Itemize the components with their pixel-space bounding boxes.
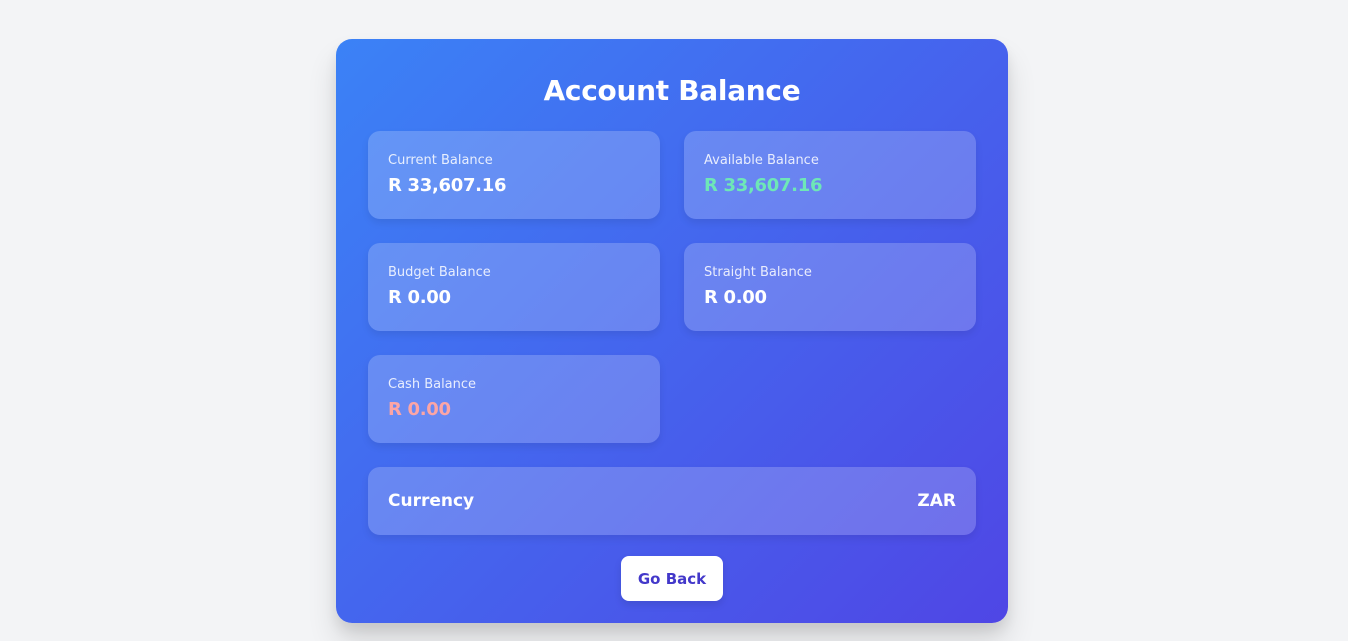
current-balance-tile: Current Balance R 33,607.16: [368, 131, 660, 219]
available-balance-value: R 33,607.16: [704, 175, 823, 196]
available-balance-label: Available Balance: [704, 153, 819, 168]
currency-row: Currency ZAR: [368, 467, 976, 535]
straight-balance-label: Straight Balance: [704, 265, 812, 280]
budget-balance-tile: Budget Balance R 0.00: [368, 243, 660, 331]
account-balance-card: Account Balance Current Balance R 33,607…: [336, 39, 1008, 623]
current-balance-label: Current Balance: [388, 153, 493, 168]
go-back-button[interactable]: Go Back: [621, 556, 723, 601]
current-balance-value: R 33,607.16: [388, 175, 507, 196]
straight-balance-value: R 0.00: [704, 287, 767, 308]
available-balance-tile: Available Balance R 33,607.16: [684, 131, 976, 219]
budget-balance-value: R 0.00: [388, 287, 451, 308]
budget-balance-label: Budget Balance: [388, 265, 491, 280]
cash-balance-tile: Cash Balance R 0.00: [368, 355, 660, 443]
page-title: Account Balance: [543, 74, 801, 107]
cash-balance-label: Cash Balance: [388, 377, 477, 392]
straight-balance-tile: Straight Balance R 0.00: [684, 243, 976, 331]
cash-balance-value: R 0.00: [388, 399, 451, 420]
currency-value: ZAR: [917, 491, 956, 511]
currency-label: Currency: [388, 491, 475, 511]
